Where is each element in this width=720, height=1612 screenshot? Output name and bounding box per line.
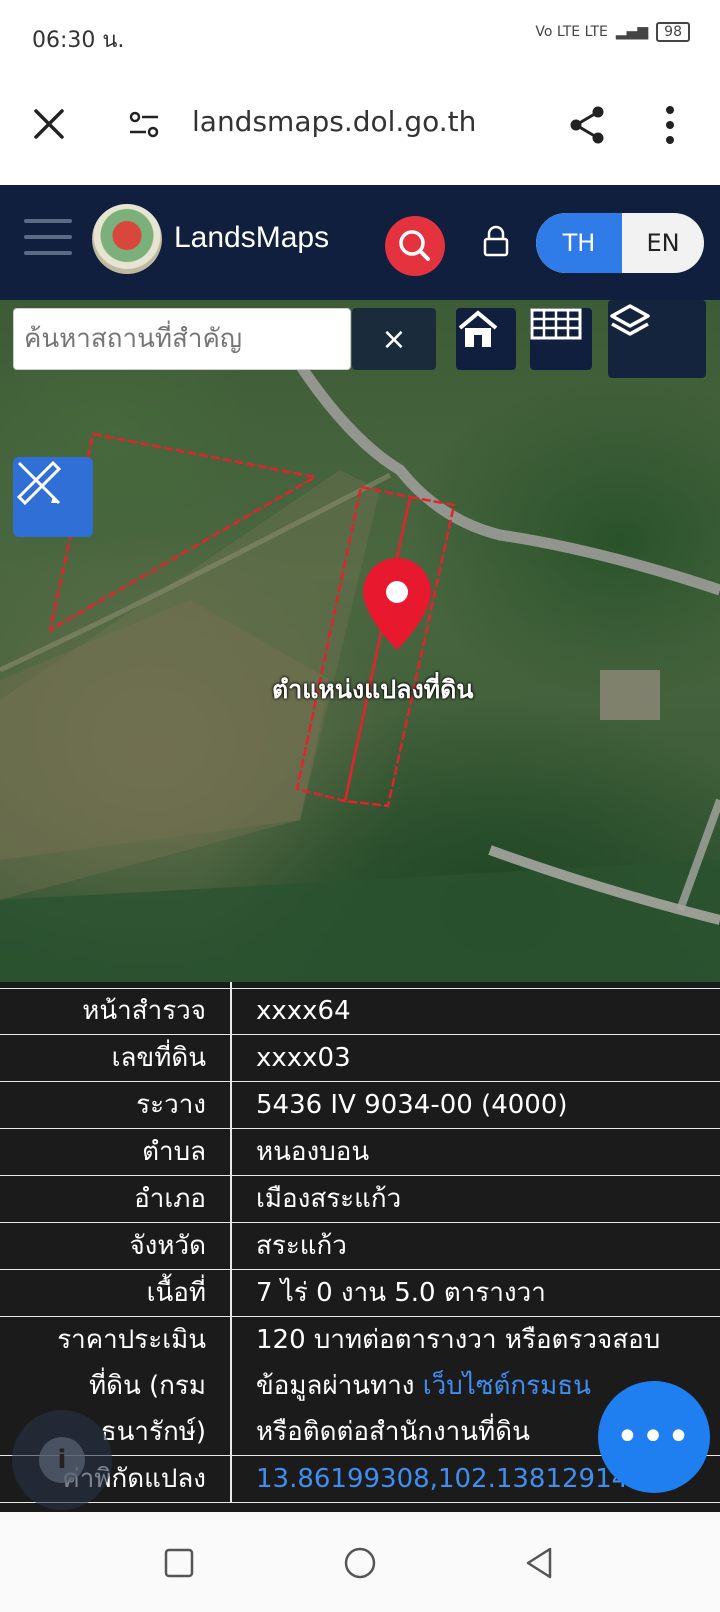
- treasury-website-link[interactable]: เว็บไซต์กรมธน: [423, 1371, 591, 1401]
- share-icon[interactable]: [568, 105, 608, 145]
- network-indicator: Vo LTE LTE: [535, 24, 608, 40]
- search-icon: [399, 230, 430, 261]
- home-icon: [458, 310, 498, 347]
- close-icon[interactable]: [32, 107, 66, 141]
- table-row: เลขที่ดิน xxxx03: [0, 1035, 720, 1082]
- layers-icon: [610, 304, 650, 336]
- table-row: เนื้อที่ 7 ไร่ 0 งาน 5.0 ตารางวา: [0, 1270, 720, 1317]
- lang-en-option[interactable]: EN: [622, 213, 704, 273]
- app-title: LandsMaps: [174, 221, 330, 254]
- row-label: จังหวัด: [129, 1231, 206, 1261]
- row-value: 7 ไร่ 0 งาน 5.0 ตารางวา: [256, 1278, 546, 1308]
- home-nav-icon[interactable]: [343, 1546, 377, 1580]
- location-pin-icon[interactable]: [363, 558, 431, 650]
- table-row: หน้าสำรวจ xxxx64: [0, 988, 720, 1035]
- language-toggle[interactable]: TH EN: [536, 213, 704, 273]
- map-view[interactable]: × ตำแหน่งแปลงที่ดิน: [0, 300, 720, 982]
- row-value: หนองบอน: [256, 1137, 370, 1167]
- row-value: สระแก้ว: [256, 1231, 347, 1261]
- row-value: เมืองสระแก้ว: [256, 1184, 402, 1214]
- ruler-pencil-icon: [16, 460, 62, 506]
- parcel-location-label: ตำแหน่งแปลงที่ดิน: [272, 675, 474, 704]
- table-row: อำเภอ เมืองสระแก้ว: [0, 1176, 720, 1223]
- measure-tool-button[interactable]: [13, 457, 93, 537]
- row-label: อำเภอ: [134, 1184, 206, 1214]
- search-button[interactable]: [385, 216, 445, 276]
- status-time: 06:30 น.: [32, 28, 125, 53]
- table-row: จังหวัด สระแก้ว: [0, 1223, 720, 1270]
- signal-icon: ▂▄▆: [615, 24, 649, 40]
- system-nav-bar: [0, 1512, 720, 1612]
- grid-icon: [530, 308, 582, 340]
- app-header: LandsMaps TH EN: [0, 185, 720, 300]
- lock-icon[interactable]: [482, 225, 510, 257]
- grid-button[interactable]: [530, 308, 592, 370]
- appraisal-label-line: ราคาประเมิน: [57, 1325, 206, 1355]
- department-logo: [92, 204, 162, 274]
- row-value: xxxx64: [256, 996, 351, 1026]
- site-settings-icon[interactable]: [128, 110, 160, 140]
- row-label: ตำบล: [142, 1137, 206, 1167]
- lang-th-option[interactable]: TH: [536, 213, 622, 273]
- recent-apps-icon[interactable]: [164, 1548, 194, 1578]
- row-label: หน้าสำรวจ: [82, 996, 206, 1026]
- table-row: ตำบล หนองบอน: [0, 1129, 720, 1176]
- hamburger-menu-icon[interactable]: [24, 219, 72, 259]
- battery-icon: 98: [656, 22, 690, 42]
- row-value: xxxx03: [256, 1043, 351, 1073]
- url-bar[interactable]: landsmaps.dol.go.th: [192, 105, 476, 138]
- row-value: 5436 IV 9034-00 (4000): [256, 1090, 568, 1120]
- clear-search-button[interactable]: ×: [352, 308, 436, 370]
- more-menu-icon[interactable]: [665, 105, 675, 145]
- place-search-box[interactable]: [13, 308, 351, 370]
- appraisal-text: ข้อมูลผ่านทาง: [256, 1371, 423, 1401]
- back-icon[interactable]: [524, 1546, 554, 1580]
- appraisal-label-line: ที่ดิน (กรม: [88, 1371, 206, 1401]
- info-button[interactable]: i: [12, 1410, 112, 1510]
- more-options-fab[interactable]: •••: [598, 1381, 710, 1493]
- row-label: เนื้อที่: [146, 1278, 206, 1308]
- status-icons: Vo LTE LTE ▂▄▆ 98: [535, 22, 690, 42]
- status-bar: 06:30 น. Vo LTE LTE ▂▄▆ 98: [0, 0, 720, 75]
- browser-toolbar: landsmaps.dol.go.th: [0, 75, 720, 186]
- appraisal-value-line: 120 บาทต่อตารางวา หรือตรวจสอบ: [256, 1325, 661, 1355]
- table-row: ระวาง 5436 IV 9034-00 (4000): [0, 1082, 720, 1129]
- place-search-input[interactable]: [14, 309, 350, 369]
- home-button[interactable]: [456, 308, 516, 370]
- info-icon: i: [39, 1437, 85, 1483]
- layers-button[interactable]: [608, 300, 706, 378]
- row-label: เลขที่ดิน: [111, 1043, 206, 1073]
- map-overlay: [0, 361, 720, 982]
- row-label: ระวาง: [136, 1090, 206, 1120]
